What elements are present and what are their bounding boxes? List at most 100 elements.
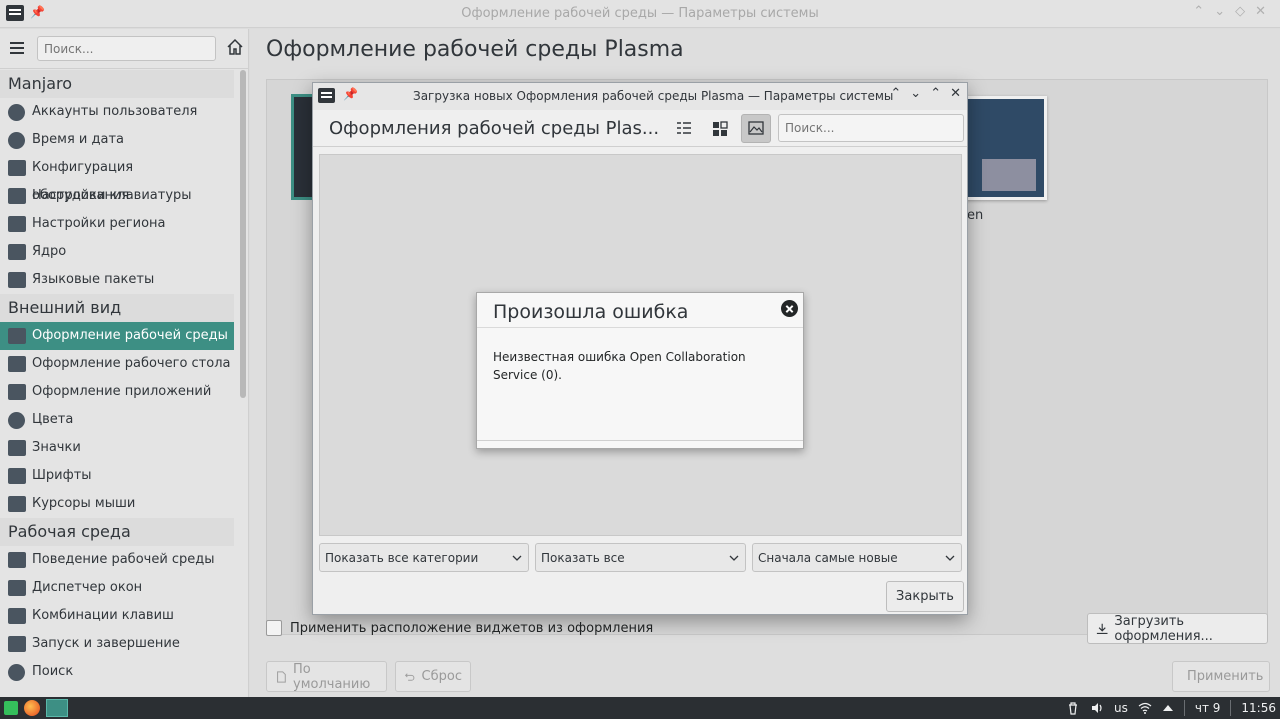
hardware-icon <box>8 160 26 176</box>
sidebar-item[interactable]: Настройки клавиатуры <box>0 182 234 210</box>
sidebar: Manjaro Аккаунты пользователя Время и дата… <box>0 29 249 697</box>
dialog-close-text-button[interactable]: Закрыть <box>886 581 964 612</box>
taskbar-date[interactable]: чт 9 <box>1195 701 1221 715</box>
hamburger-menu-icon[interactable] <box>10 42 24 44</box>
download-icon <box>1096 623 1108 634</box>
dialog-pin-icon[interactable]: 📌 <box>343 87 358 101</box>
keyboard-layout-indicator[interactable]: us <box>1114 701 1128 715</box>
maximize-button[interactable]: ◇ <box>1235 4 1245 19</box>
chevron-down-icon <box>945 555 955 561</box>
sidebar-section-header: Внешний вид <box>0 294 234 322</box>
startup-icon <box>8 636 26 652</box>
sidebar-item-label: Диспетчер окон <box>32 580 143 595</box>
show-filter-select[interactable]: Показать все <box>535 543 746 572</box>
dialog-title: Загрузка новых Оформления рабочей среды … <box>413 89 894 103</box>
sidebar-item[interactable]: Время и дата <box>0 126 234 154</box>
defaults-label: По умолчанию <box>293 661 371 692</box>
application-menu-icon[interactable] <box>4 701 18 715</box>
keep-above-button[interactable]: ⌃ <box>1193 4 1204 19</box>
sidebar-scrollbar[interactable] <box>240 70 246 398</box>
icons-icon <box>8 440 26 456</box>
sidebar-item[interactable]: Курсоры мыши <box>0 490 234 518</box>
dialog-search-input[interactable] <box>778 114 964 142</box>
theme-label: en <box>967 208 984 223</box>
sort-select[interactable]: Сначала самые новые <box>752 543 962 572</box>
sidebar-item[interactable]: Поведение рабочей среды <box>0 546 234 574</box>
grid-view-button[interactable] <box>705 114 735 143</box>
sidebar-item[interactable]: Цвета <box>0 406 234 434</box>
sidebar-item[interactable]: Ядро <box>0 238 234 266</box>
apply-button[interactable]: Применить <box>1172 661 1270 692</box>
home-icon[interactable] <box>226 38 244 56</box>
language-packs-icon <box>8 272 26 288</box>
dialog-maximize-button[interactable]: ⌃ <box>930 86 941 101</box>
sidebar-item[interactable]: Поиск <box>0 658 234 686</box>
sidebar-item[interactable]: Оформление рабочего стола <box>0 350 234 378</box>
category-filter-value: Показать все категории <box>325 550 479 565</box>
sidebar-item[interactable]: Шрифты <box>0 462 234 490</box>
download-themes-button[interactable]: Загрузить оформления... <box>1087 613 1268 644</box>
sidebar-item[interactable]: Запуск и завершение <box>0 630 234 658</box>
sidebar-item-label: Запуск и завершение <box>32 636 180 651</box>
dialog-app-icon[interactable] <box>318 88 335 103</box>
window-title: Оформление рабочей среды — Параметры сис… <box>461 6 819 21</box>
sidebar-item[interactable]: Комбинации клавиш <box>0 602 234 630</box>
sidebar-nav: Manjaro Аккаунты пользователя Время и дата… <box>0 70 234 686</box>
sidebar-search-row <box>0 29 249 69</box>
theme-thumbnail[interactable] <box>957 96 1047 200</box>
workspace-behavior-icon <box>8 552 26 568</box>
error-title: Произошла ошибка <box>493 301 689 323</box>
shortcuts-icon <box>8 608 26 624</box>
sidebar-item[interactable]: Оформление приложений <box>0 378 234 406</box>
sidebar-item[interactable]: Языковые пакеты <box>0 266 234 294</box>
tray-expand-icon[interactable] <box>1162 702 1174 714</box>
volume-icon[interactable] <box>1090 701 1104 715</box>
application-style-icon <box>8 384 26 400</box>
firefox-icon[interactable] <box>24 700 40 716</box>
sidebar-item-label: Оформление рабочего стола <box>32 356 231 371</box>
window-titlebar: 📌 Оформление рабочей среды — Параметры с… <box>0 0 1280 28</box>
chevron-down-icon <box>512 555 522 561</box>
wifi-icon[interactable] <box>1138 701 1152 715</box>
dialog-close-button[interactable]: ✕ <box>950 86 961 101</box>
sidebar-item[interactable]: Аккаунты пользователя <box>0 98 234 126</box>
show-filter-value: Показать все <box>541 550 625 565</box>
reset-button[interactable]: Сброс <box>395 661 471 692</box>
clock-separator <box>1230 700 1232 716</box>
dialog-keep-above-button[interactable]: ⌃ <box>890 86 901 101</box>
trash-icon[interactable] <box>1066 701 1080 715</box>
minimize-button[interactable]: ⌄ <box>1214 4 1225 19</box>
sidebar-item-label: Значки <box>32 440 81 455</box>
apply-label: Применить <box>1187 669 1264 684</box>
error-close-icon[interactable] <box>781 300 798 317</box>
sidebar-item[interactable]: Оформление рабочей среды <box>0 322 234 350</box>
sidebar-item-label: Оформление рабочей среды <box>32 328 228 343</box>
window-manager-icon <box>8 580 26 596</box>
dialog-minimize-button[interactable]: ⌄ <box>910 86 921 101</box>
category-filter-select[interactable]: Показать все категории <box>319 543 529 572</box>
sidebar-section-header: Manjaro <box>0 70 234 98</box>
taskbar-launchers <box>4 699 68 717</box>
sidebar-item[interactable]: Диспетчер окон <box>0 574 234 602</box>
close-window-button[interactable]: ✕ <box>1255 4 1266 19</box>
undo-icon <box>404 672 415 681</box>
sidebar-item[interactable]: Настройки региона <box>0 210 234 238</box>
system-tray: us чт 9 11:56 <box>1066 700 1276 716</box>
taskbar-clock[interactable]: 11:56 <box>1241 701 1276 715</box>
sidebar-item[interactable]: Конфигурация оборудования <box>0 154 234 203</box>
list-view-button[interactable] <box>669 114 699 143</box>
sidebar-search-input[interactable] <box>37 36 216 61</box>
document-icon <box>277 670 286 683</box>
sidebar-item-label: Оформление приложений <box>32 384 212 399</box>
dialog-window-controls: ⌃ ⌄ ⌃ ✕ <box>890 86 961 101</box>
system-settings-task-icon[interactable] <box>46 699 68 717</box>
sidebar-item[interactable]: Значки <box>0 434 234 462</box>
sidebar-item-label: Курсоры мыши <box>32 496 136 511</box>
sidebar-item-label: Ядро <box>32 244 67 259</box>
preview-view-button[interactable] <box>741 114 771 143</box>
defaults-button[interactable]: По умолчанию <box>266 661 387 692</box>
layout-checkbox[interactable] <box>266 620 282 636</box>
region-icon <box>8 216 26 232</box>
sort-value: Сначала самые новые <box>758 550 898 565</box>
layout-checkbox-label: Применить расположение виджетов из оформ… <box>290 620 654 636</box>
